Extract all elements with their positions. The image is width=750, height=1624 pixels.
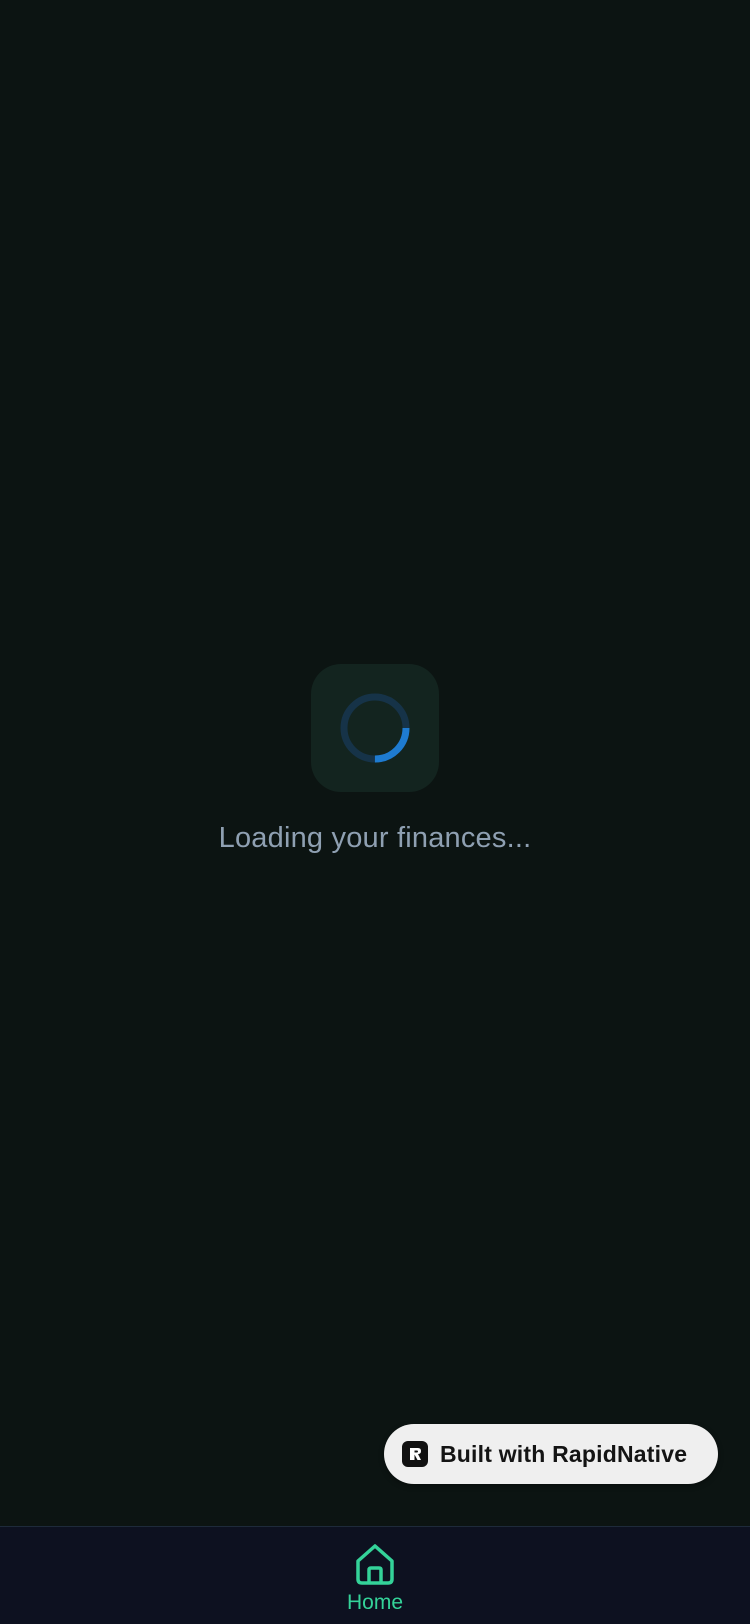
home-icon <box>356 1544 394 1585</box>
rapidnative-logo-icon <box>402 1441 428 1467</box>
spinner-container <box>311 664 439 792</box>
tab-home[interactable]: Home <box>325 1541 425 1624</box>
bottom-tab-bar: Home <box>0 1526 750 1624</box>
loading-message: Loading your finances... <box>218 822 532 854</box>
loading-spinner-icon <box>340 693 410 763</box>
tab-home-label: Home <box>346 1591 404 1614</box>
app-screen: Loading your finances... Built with Rapi… <box>0 0 750 1624</box>
loading-state: Loading your finances... <box>0 664 750 855</box>
badge-label: Built with RapidNative <box>440 1440 688 1467</box>
built-with-badge[interactable]: Built with RapidNative <box>384 1424 718 1484</box>
